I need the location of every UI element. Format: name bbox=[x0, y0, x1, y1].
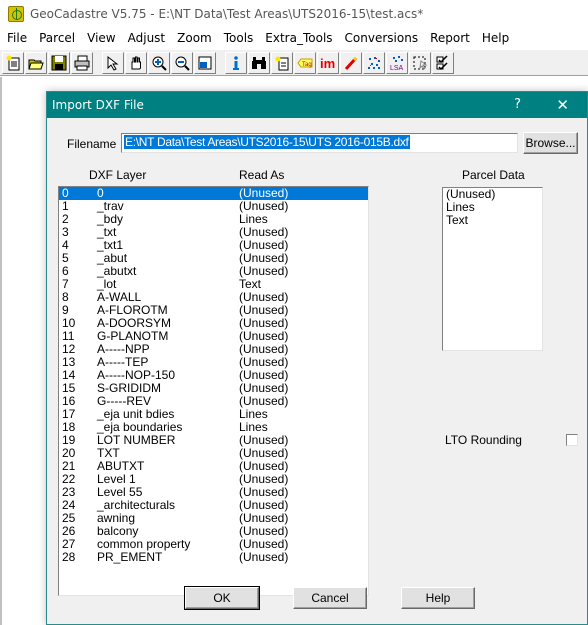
import-im-icon: im bbox=[320, 56, 335, 71]
menu-help[interactable]: Help bbox=[476, 31, 515, 45]
new-note-button[interactable] bbox=[271, 51, 293, 74]
info-icon bbox=[233, 55, 239, 70]
layer-row[interactable]: 28 PR_EMENT (Unused) bbox=[59, 551, 368, 564]
parcel-option-text[interactable]: Text bbox=[443, 214, 542, 227]
dxf-layer-list[interactable]: 0 0 (Unused) 1 _trav (Unused) 2 _bdy Lines 3 _txt(… bbox=[58, 186, 369, 596]
checklist-button[interactable] bbox=[432, 51, 454, 74]
left-panel-edge bbox=[0, 77, 2, 625]
help-icon[interactable]: ? bbox=[514, 97, 521, 112]
save-button[interactable] bbox=[48, 51, 70, 74]
pan-button[interactable] bbox=[125, 51, 147, 74]
lto-rounding-checkbox[interactable] bbox=[566, 434, 578, 446]
select-region-icon bbox=[413, 56, 428, 70]
dxf-layer-column-header: DXF Layer bbox=[89, 168, 147, 182]
app-title-bar: GeoCadastre V5.75 - E:\NT Data\Test Area… bbox=[0, 0, 588, 28]
toolbar: Tag im LSA bbox=[0, 50, 588, 76]
parcel-data-label: Parcel Data bbox=[462, 168, 525, 182]
layer-index: 28 bbox=[62, 550, 76, 564]
lsa-adjust-icon: LSA bbox=[390, 55, 404, 71]
svg-text:LSA: LSA bbox=[390, 65, 404, 71]
menu-bar: File Parcel View Adjust Zoom Tools Extra… bbox=[0, 28, 588, 48]
tag-button[interactable]: Tag bbox=[294, 51, 316, 74]
filename-input[interactable]: E:\NT Data\Test Areas\UTS2016-15\UTS 201… bbox=[121, 133, 518, 153]
new-file-button[interactable] bbox=[2, 51, 24, 74]
find-binoculars-icon bbox=[252, 56, 266, 69]
open-folder-icon bbox=[28, 59, 44, 69]
svg-text:im: im bbox=[320, 56, 335, 71]
find-button[interactable] bbox=[248, 51, 270, 74]
checklist-icon bbox=[436, 54, 448, 70]
zoom-out-icon bbox=[175, 56, 190, 71]
print-icon bbox=[74, 55, 90, 70]
new-note-icon bbox=[275, 56, 289, 70]
lsa-button[interactable]: LSA bbox=[386, 51, 408, 74]
new-file-icon bbox=[6, 55, 20, 70]
pencil-icon bbox=[344, 56, 358, 70]
print-button[interactable] bbox=[71, 51, 93, 74]
layer-read-as: (Unused) bbox=[239, 550, 289, 564]
read-as-column-header: Read As bbox=[239, 168, 285, 182]
menu-conversions[interactable]: Conversions bbox=[339, 31, 425, 45]
menu-zoom[interactable]: Zoom bbox=[171, 31, 218, 45]
dialog-title: Import DXF File bbox=[52, 98, 144, 112]
app-title: GeoCadastre V5.75 - E:\NT Data\Test Area… bbox=[30, 7, 424, 21]
menu-adjust[interactable]: Adjust bbox=[122, 31, 172, 45]
select-region-button[interactable] bbox=[409, 51, 431, 74]
pan-hand-icon bbox=[131, 56, 141, 69]
select-arrow-icon bbox=[107, 55, 119, 71]
import-dxf-dialog: Import DXF File ? ✕ Filename E:\NT Data\… bbox=[46, 91, 588, 625]
menu-extra-tools[interactable]: Extra_Tools bbox=[259, 31, 338, 45]
info-button[interactable] bbox=[225, 51, 247, 74]
dialog-title-bar[interactable]: Import DXF File ? ✕ bbox=[47, 92, 587, 118]
svg-text:Tag: Tag bbox=[302, 62, 312, 68]
zoom-in-button[interactable] bbox=[148, 51, 170, 74]
filename-label: Filename bbox=[67, 137, 117, 151]
lto-rounding-label: LTO Rounding bbox=[445, 433, 522, 447]
points-button[interactable] bbox=[363, 51, 385, 74]
layer-name: PR_EMENT bbox=[97, 550, 163, 564]
menu-tools[interactable]: Tools bbox=[218, 31, 260, 45]
zoom-window-button[interactable] bbox=[194, 51, 216, 74]
points-icon bbox=[368, 56, 380, 69]
ok-button[interactable]: OK bbox=[184, 586, 260, 610]
zoom-window-icon bbox=[198, 56, 212, 69]
save-icon bbox=[51, 55, 67, 70]
menu-report[interactable]: Report bbox=[424, 31, 476, 45]
browse-button[interactable]: Browse... bbox=[523, 132, 578, 154]
help-button[interactable]: Help bbox=[401, 587, 475, 609]
parcel-data-list[interactable]: (Unused) Lines Text bbox=[442, 187, 543, 351]
cancel-button[interactable]: Cancel bbox=[293, 587, 367, 609]
zoom-in-icon bbox=[152, 56, 167, 71]
menu-view[interactable]: View bbox=[81, 31, 121, 45]
draw-button[interactable] bbox=[340, 51, 362, 74]
tag-icon: Tag bbox=[297, 58, 313, 68]
menu-file[interactable]: File bbox=[0, 31, 33, 45]
select-button[interactable] bbox=[102, 51, 124, 74]
import-button[interactable]: im bbox=[317, 51, 339, 74]
geocadastre-app-icon bbox=[8, 6, 24, 22]
open-file-button[interactable] bbox=[25, 51, 47, 74]
menu-parcel[interactable]: Parcel bbox=[33, 31, 81, 45]
zoom-out-button[interactable] bbox=[171, 51, 193, 74]
filename-value: E:\NT Data\Test Areas\UTS2016-15\UTS 201… bbox=[124, 135, 410, 149]
close-icon[interactable]: ✕ bbox=[556, 96, 569, 114]
